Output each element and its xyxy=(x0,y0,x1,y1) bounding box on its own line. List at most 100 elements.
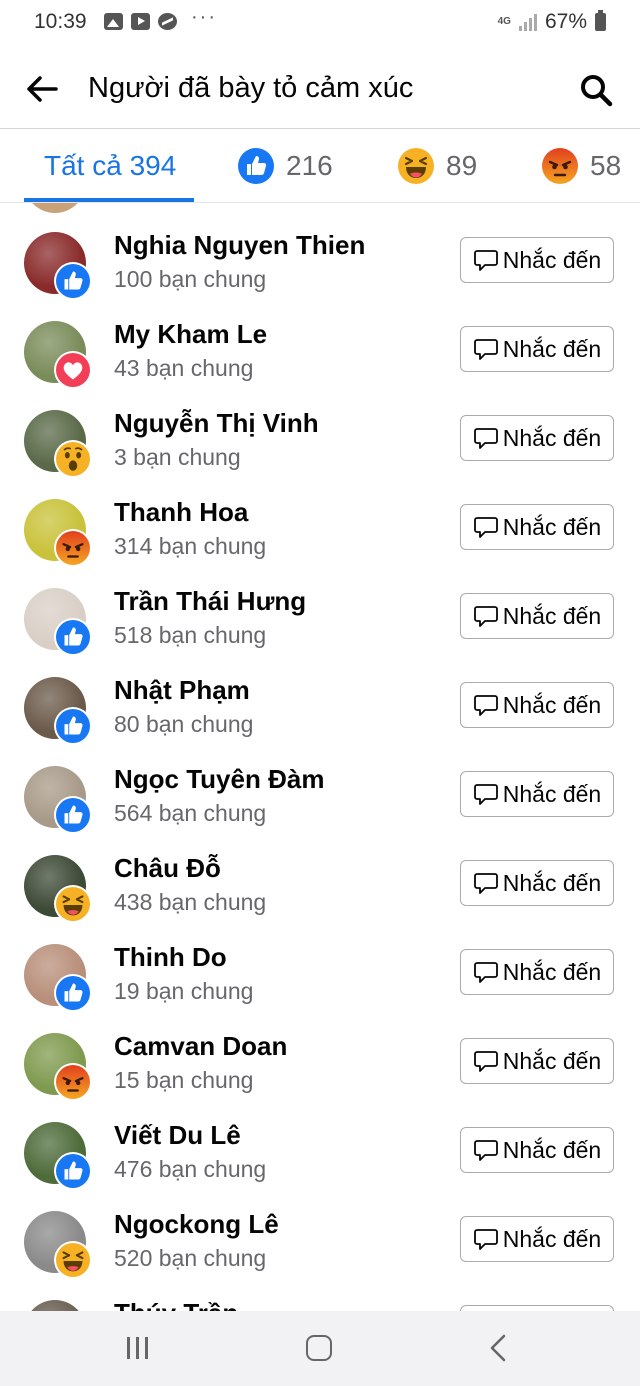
list-item[interactable]: Nguyễn Thị Vinh 3 bạn chung Nhắc đến xyxy=(0,408,640,499)
mention-button[interactable]: Nhắc đến xyxy=(460,682,614,728)
person-name[interactable]: Nghia Nguyen Thien xyxy=(114,230,365,261)
mention-icon xyxy=(473,1229,498,1250)
person-name[interactable]: Ngọc Tuyên Đàm xyxy=(114,764,324,795)
mention-label: Nhắc đến xyxy=(502,869,602,896)
avatar[interactable] xyxy=(24,1300,86,1311)
scrolled-row-edge xyxy=(24,203,86,213)
mention-button[interactable]: Nhắc đến xyxy=(460,771,614,817)
mention-label: Nhắc đến xyxy=(502,958,602,985)
tab-haha-count: 89 xyxy=(446,149,478,181)
love-icon xyxy=(54,351,92,389)
mention-button[interactable]: Nhắc đến xyxy=(460,593,614,639)
youtube-icon xyxy=(131,13,150,30)
haha-icon xyxy=(54,885,92,923)
mention-label: Nhắc đến xyxy=(502,1225,602,1252)
like-icon xyxy=(54,707,92,745)
like-icon xyxy=(238,147,274,184)
person-name[interactable]: Viết Du Lê xyxy=(114,1120,241,1151)
messenger-icon xyxy=(158,13,177,30)
status-time: 10:39 xyxy=(34,10,87,33)
search-icon[interactable] xyxy=(578,72,614,108)
mention-label: Nhắc đến xyxy=(502,246,602,273)
like-icon xyxy=(54,974,92,1012)
mention-icon xyxy=(473,1140,498,1161)
haha-icon xyxy=(54,1241,92,1279)
mention-label: Nhắc đến xyxy=(502,1047,602,1074)
mutual-friends: 564 bạn chung xyxy=(114,800,267,826)
mutual-friends: 518 bạn chung xyxy=(114,622,267,648)
nav-back-icon[interactable] xyxy=(488,1333,508,1363)
person-name[interactable]: My Kham Le xyxy=(114,319,267,350)
list-item[interactable]: Thanh Hoa 314 bạn chung Nhắc đến xyxy=(0,497,640,588)
list-item[interactable]: Viết Du Lê 476 bạn chung Nhắc đến xyxy=(0,1120,640,1211)
mention-button[interactable]: Nhắc đến xyxy=(460,1216,614,1262)
mutual-friends: 476 bạn chung xyxy=(114,1156,267,1182)
mention-icon xyxy=(473,962,498,983)
mention-button[interactable]: Nhắc đến xyxy=(460,504,614,550)
list-item[interactable]: Châu Đỗ 438 bạn chung Nhắc đến xyxy=(0,853,640,944)
list-item[interactable]: My Kham Le 43 bạn chung Nhắc đến xyxy=(0,319,640,410)
tab-angry-count: 58 xyxy=(590,149,622,181)
tab-all[interactable]: Tất cả 394 xyxy=(44,129,176,202)
list-item[interactable]: Trần Thái Hưng 518 bạn chung Nhắc đến xyxy=(0,586,640,677)
mention-button[interactable]: Nhắc đến xyxy=(460,949,614,995)
battery-percent: 67% xyxy=(544,10,587,33)
list-item[interactable]: Nhật Phạm 80 bạn chung Nhắc đến xyxy=(0,675,640,766)
app-header: Người đã bày tỏ cảm xúc xyxy=(0,50,640,129)
list-item[interactable]: Ngockong Lê 520 bạn chung Nhắc đến xyxy=(0,1209,640,1300)
mention-icon xyxy=(473,428,498,449)
list-item[interactable]: Nghia Nguyen Thien 100 bạn chung Nhắc đến xyxy=(0,230,640,321)
tab-like-count: 216 xyxy=(286,149,333,181)
person-name[interactable]: Camvan Doan xyxy=(114,1031,287,1062)
person-name[interactable]: Trần Thái Hưng xyxy=(114,586,306,617)
network-type: 4G xyxy=(497,16,511,27)
mention-button[interactable]: Nhắc đến xyxy=(460,415,614,461)
mention-icon xyxy=(473,339,498,360)
mention-button[interactable]: Nhắc đến xyxy=(460,860,614,906)
person-name[interactable]: Thúy Trần xyxy=(114,1298,238,1311)
mention-button[interactable]: Nhắc đến xyxy=(460,237,614,283)
recent-apps-icon[interactable] xyxy=(127,1337,148,1359)
system-indicators: 4G 67% xyxy=(498,10,606,34)
list-item[interactable]: Ngọc Tuyên Đàm 564 bạn chung Nhắc đến xyxy=(0,764,640,855)
mutual-friends: 520 bạn chung xyxy=(114,1245,267,1271)
mutual-friends: 438 bạn chung xyxy=(114,889,267,915)
person-name[interactable]: Châu Đỗ xyxy=(114,853,221,884)
tab-haha[interactable]: 89 xyxy=(398,129,477,202)
page-title: Người đã bày tỏ cảm xúc xyxy=(88,72,414,104)
signal-icon xyxy=(518,13,537,31)
like-icon xyxy=(54,262,92,300)
angry-icon xyxy=(542,147,578,184)
mention-label: Nhắc đến xyxy=(502,335,602,362)
person-name[interactable]: Ngockong Lê xyxy=(114,1209,279,1240)
notification-icons: ··· xyxy=(104,6,217,30)
person-name[interactable]: Nguyễn Thị Vinh xyxy=(114,408,319,439)
arrow-left-icon[interactable] xyxy=(26,74,58,104)
like-icon xyxy=(54,1152,92,1190)
mention-icon xyxy=(473,695,498,716)
haha-icon xyxy=(398,147,434,184)
mention-icon xyxy=(473,1051,498,1072)
like-icon xyxy=(54,618,92,656)
list-item[interactable]: Thinh Do 19 bạn chung Nhắc đến xyxy=(0,942,640,1033)
mention-button[interactable]: Nhắc đến xyxy=(460,326,614,372)
mention-label: Nhắc đến xyxy=(502,424,602,451)
mention-label: Nhắc đến xyxy=(502,602,602,629)
wow-icon xyxy=(54,440,92,478)
list-item[interactable]: Thúy TrầnNhắc đến xyxy=(0,1298,640,1311)
mention-button[interactable]: Nhắc đến xyxy=(460,1038,614,1084)
mention-button[interactable]: Nhắc đến xyxy=(460,1127,614,1173)
list-item[interactable]: Camvan Doan 15 bạn chung Nhắc đến xyxy=(0,1031,640,1122)
tab-angry[interactable]: 58 xyxy=(542,129,621,202)
person-name[interactable]: Nhật Phạm xyxy=(114,675,250,706)
active-tab-indicator xyxy=(24,198,194,202)
mutual-friends: 80 bạn chung xyxy=(114,711,254,737)
person-name[interactable]: Thanh Hoa xyxy=(114,497,248,528)
tab-like[interactable]: 216 xyxy=(238,129,333,202)
mention-icon xyxy=(473,873,498,894)
home-icon[interactable] xyxy=(306,1335,332,1361)
mention-label: Nhắc đến xyxy=(502,1136,602,1163)
person-name[interactable]: Thinh Do xyxy=(114,942,227,973)
tab-all-label: Tất cả 394 xyxy=(44,149,177,181)
mutual-friends: 314 bạn chung xyxy=(114,533,267,559)
